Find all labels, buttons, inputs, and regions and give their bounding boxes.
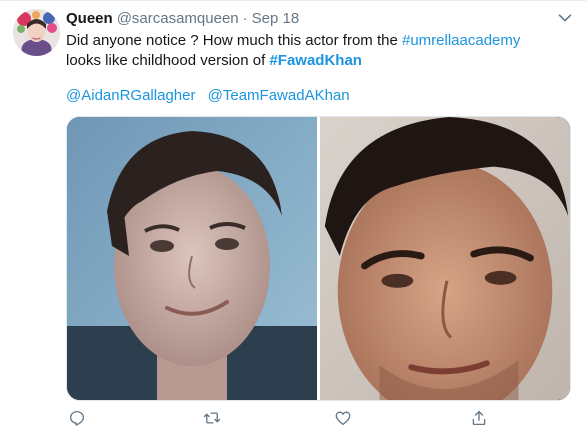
retweet-button[interactable]: [201, 407, 223, 429]
avatar[interactable]: [13, 9, 60, 56]
author-name[interactable]: Queen: [66, 10, 113, 27]
separator-dot: ·: [242, 10, 248, 27]
share-icon: [472, 410, 486, 426]
mention-aidan[interactable]: @AidanRGallagher: [66, 87, 195, 104]
tweet-text-line-2: looks like childhood version of #FawadKh…: [66, 51, 571, 71]
young-actor-photo: [67, 117, 317, 400]
mention-teamfawad[interactable]: @TeamFawadAKhan: [208, 87, 350, 104]
mentions: @AidanRGallagher @TeamFawadAKhan: [66, 86, 350, 106]
tweet-media[interactable]: [66, 116, 571, 401]
tweet-text: Did anyone notice ? How much this actor …: [66, 31, 571, 71]
tweet-header: Queen @sarcasamqueen · Sep 18: [66, 10, 299, 30]
chevron-down-icon[interactable]: [558, 13, 572, 23]
heart-icon: [335, 411, 351, 426]
avatar-illustration: [13, 9, 60, 56]
tweet-date[interactable]: Sep 18: [252, 10, 300, 27]
reply-button[interactable]: [66, 407, 88, 429]
author-handle[interactable]: @sarcasamqueen: [117, 10, 239, 27]
tweet-card[interactable]: Queen @sarcasamqueen · Sep 18 Did anyone…: [0, 0, 586, 436]
retweet-icon: [203, 412, 221, 424]
tweet-text-line-1: Did anyone notice ? How much this actor …: [66, 31, 571, 51]
photo-right[interactable]: [320, 117, 570, 400]
tweet-text-prefix-1: Did anyone notice ? How much this actor …: [66, 32, 402, 49]
adult-actor-photo: [320, 117, 570, 400]
photo-left[interactable]: [67, 117, 317, 400]
reply-icon: [69, 410, 85, 426]
hashtag-umrellaacademy[interactable]: #umrellaacademy: [402, 32, 520, 49]
like-button[interactable]: [332, 407, 354, 429]
share-button[interactable]: [468, 407, 490, 429]
tweet-text-prefix-2: looks like childhood version of: [66, 52, 270, 69]
tweet-actions: [66, 407, 496, 429]
hashtag-fawadkhan[interactable]: #FawadKhan: [269, 52, 362, 69]
